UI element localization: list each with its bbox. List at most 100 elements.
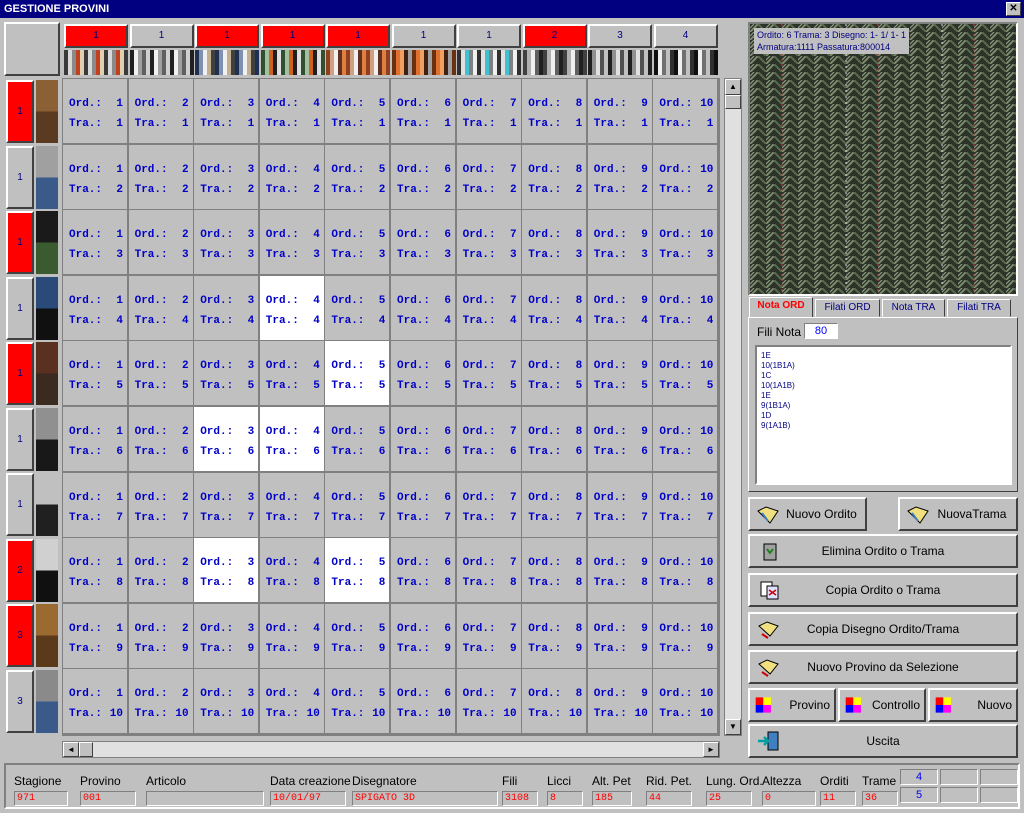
grid-cell[interactable]: Ord.: 10 Tra.: 4 [653, 275, 718, 340]
grid-cell[interactable]: Ord.: 10 Tra.: 8 [653, 538, 718, 603]
warp-header[interactable]: 1 [64, 24, 128, 48]
weft-header[interactable]: 1 [6, 473, 34, 536]
grid-cell[interactable]: Ord.: 5 Tra.: 4 [325, 275, 390, 340]
grid-cell[interactable]: Ord.: 1 Tra.: 1 [63, 79, 127, 143]
weft-header[interactable]: 2 [6, 538, 34, 602]
grid-cell[interactable]: Ord.: 7 Tra.: 4 [456, 275, 521, 340]
grid-cell[interactable]: Ord.: 10 Tra.: 3 [653, 210, 718, 275]
grid-cell[interactable]: Ord.: 10 Tra.: 2 [653, 144, 718, 209]
grid-cell[interactable]: Ord.: 4 Tra.: 3 [259, 210, 324, 275]
grid-cell[interactable]: Ord.: 9 Tra.: 2 [587, 144, 652, 209]
grid-cell[interactable]: Ord.: 6 Tra.: 3 [391, 210, 455, 275]
grid-cell[interactable]: Ord.: 8 Tra.: 10 [522, 669, 587, 734]
warp-header[interactable]: 3 [588, 24, 652, 48]
grid-cell[interactable]: Ord.: 9 Tra.: 8 [587, 538, 652, 603]
grid-cell[interactable]: Ord.: 10 Tra.: 1 [653, 79, 718, 143]
grid-cell[interactable]: Ord.: 5 Tra.: 10 [325, 669, 390, 734]
grid-cell[interactable]: Ord.: 5 Tra.: 8 [325, 538, 390, 603]
weft-header[interactable]: 1 [6, 276, 34, 340]
grid-cell[interactable]: Ord.: 10 Tra.: 6 [653, 407, 718, 471]
nuova-trama-button[interactable]: NuovaTrama [898, 497, 1018, 531]
grid-horizontal-scrollbar[interactable]: ◄ ► [62, 741, 720, 758]
warp-header[interactable]: 1 [195, 24, 259, 48]
tab-nota-tra[interactable]: Nota TRA [882, 299, 945, 317]
grid-cell[interactable]: Ord.: 6 Tra.: 8 [391, 538, 455, 603]
grid-cell[interactable]: Ord.: 6 Tra.: 2 [391, 144, 455, 209]
nuovo-provino-button[interactable]: Nuovo Provino da Selezione [748, 650, 1018, 684]
grid-vertical-scrollbar[interactable]: ▲ ▼ [724, 78, 742, 736]
grid-cell[interactable]: Ord.: 8 Tra.: 9 [522, 603, 587, 668]
grid-cell[interactable]: Ord.: 10 Tra.: 7 [653, 472, 718, 537]
grid-cell[interactable]: Ord.: 8 Tra.: 3 [522, 210, 587, 275]
grid-cell[interactable]: Ord.: 4 Tra.: 10 [259, 669, 324, 734]
grid-cell[interactable]: Ord.: 7 Tra.: 1 [456, 79, 521, 143]
scroll-right-arrow-icon[interactable]: ► [703, 742, 719, 757]
grid-cell[interactable]: Ord.: 5 Tra.: 1 [325, 79, 390, 143]
grid-cell[interactable]: Ord.: 2 Tra.: 8 [128, 538, 193, 603]
grid-cell[interactable]: Ord.: 8 Tra.: 4 [522, 275, 587, 340]
grid-cell[interactable]: Ord.: 9 Tra.: 10 [587, 669, 652, 734]
grid-cell[interactable]: Ord.: 9 Tra.: 5 [587, 341, 652, 406]
warp-header[interactable]: 1 [391, 24, 456, 48]
grid-cell[interactable]: Ord.: 4 Tra.: 2 [259, 144, 324, 209]
nota-text-area[interactable]: 1E 10(1B1A) 1C 10(1A1B) 1E 9(1B1A) 1D 9(1A1B) [755, 345, 1012, 485]
grid-cell[interactable]: Ord.: 6 Tra.: 9 [391, 603, 455, 668]
grid-cell[interactable]: Ord.: 9 Tra.: 4 [587, 275, 652, 340]
grid-cell[interactable]: Ord.: 2 Tra.: 3 [128, 210, 193, 275]
weft-header[interactable]: 1 [6, 145, 34, 209]
controllo-button[interactable]: Controllo [838, 688, 926, 722]
provino-button[interactable]: Provino [748, 688, 836, 722]
grid-cell[interactable]: Ord.: 7 Tra.: 7 [456, 472, 521, 537]
scroll-left-arrow-icon[interactable]: ◄ [63, 742, 79, 757]
grid-cell[interactable]: Ord.: 8 Tra.: 1 [522, 79, 587, 143]
weft-header[interactable]: 3 [6, 669, 34, 733]
grid-cell[interactable]: Ord.: 10 Tra.: 9 [653, 603, 718, 668]
warp-header[interactable]: 1 [260, 24, 325, 48]
warp-header[interactable]: 1 [129, 24, 194, 48]
grid-cell[interactable]: Ord.: 3 Tra.: 3 [194, 210, 259, 275]
grid-cell[interactable]: Ord.: 1 Tra.: 2 [63, 144, 127, 209]
grid-cell[interactable]: Ord.: 2 Tra.: 7 [128, 472, 193, 537]
grid-cell[interactable]: Ord.: 7 Tra.: 2 [456, 144, 521, 209]
grid-cell[interactable]: Ord.: 3 Tra.: 9 [194, 603, 259, 668]
grid-cell[interactable]: Ord.: 1 Tra.: 5 [63, 341, 127, 406]
grid-cell[interactable]: Ord.: 8 Tra.: 2 [522, 144, 587, 209]
grid-cell[interactable]: Ord.: 1 Tra.: 7 [63, 472, 127, 537]
grid-cell[interactable]: Ord.: 8 Tra.: 7 [522, 472, 587, 537]
scroll-down-arrow-icon[interactable]: ▼ [725, 719, 741, 735]
weft-header[interactable]: 1 [6, 80, 34, 143]
grid-cell[interactable]: Ord.: 4 Tra.: 6 [259, 407, 324, 471]
grid-cell[interactable]: Ord.: 8 Tra.: 6 [522, 407, 587, 471]
grid-cell[interactable]: Ord.: 5 Tra.: 2 [325, 144, 390, 209]
grid-cell[interactable]: Ord.: 2 Tra.: 9 [128, 603, 193, 668]
grid-cell[interactable]: Ord.: 3 Tra.: 4 [194, 275, 259, 340]
grid-cell[interactable]: Ord.: 9 Tra.: 9 [587, 603, 652, 668]
grid-cell[interactable]: Ord.: 1 Tra.: 8 [63, 538, 127, 603]
scroll-up-arrow-icon[interactable]: ▲ [725, 79, 741, 95]
grid-cell[interactable]: Ord.: 8 Tra.: 8 [522, 538, 587, 603]
grid-cell[interactable]: Ord.: 4 Tra.: 9 [259, 603, 324, 668]
grid-cell[interactable]: Ord.: 5 Tra.: 7 [325, 472, 390, 537]
grid-cell[interactable]: Ord.: 9 Tra.: 3 [587, 210, 652, 275]
tab-nota-ord[interactable]: Nota ORD [749, 297, 813, 318]
grid-cell[interactable]: Ord.: 3 Tra.: 1 [194, 79, 259, 143]
grid-cell[interactable]: Ord.: 9 Tra.: 6 [587, 407, 652, 471]
grid-cell[interactable]: Ord.: 2 Tra.: 4 [128, 275, 193, 340]
weft-header[interactable]: 1 [6, 342, 34, 405]
copia-disegno-button[interactable]: Copia Disegno Ordito/Trama [748, 612, 1018, 646]
grid-cell[interactable]: Ord.: 2 Tra.: 10 [128, 669, 193, 734]
uscita-button[interactable]: Uscita [748, 724, 1018, 758]
grid-cell[interactable]: Ord.: 5 Tra.: 3 [325, 210, 390, 275]
scroll-thumb[interactable] [725, 95, 741, 109]
grid-cell[interactable]: Ord.: 7 Tra.: 8 [456, 538, 521, 603]
grid-cell[interactable]: Ord.: 7 Tra.: 10 [456, 669, 521, 734]
grid-cell[interactable]: Ord.: 4 Tra.: 5 [259, 341, 324, 406]
scroll-thumb-h[interactable] [79, 742, 93, 757]
grid-cell[interactable]: Ord.: 3 Tra.: 2 [194, 144, 259, 209]
tab-filati-ord[interactable]: Filati ORD [815, 299, 880, 317]
weft-header[interactable]: 3 [6, 604, 34, 667]
grid-cell[interactable]: Ord.: 6 Tra.: 6 [391, 407, 455, 471]
close-button[interactable]: ✕ [1006, 2, 1021, 16]
grid-cell[interactable]: Ord.: 4 Tra.: 8 [259, 538, 324, 603]
grid-cell[interactable]: Ord.: 5 Tra.: 6 [325, 407, 390, 471]
